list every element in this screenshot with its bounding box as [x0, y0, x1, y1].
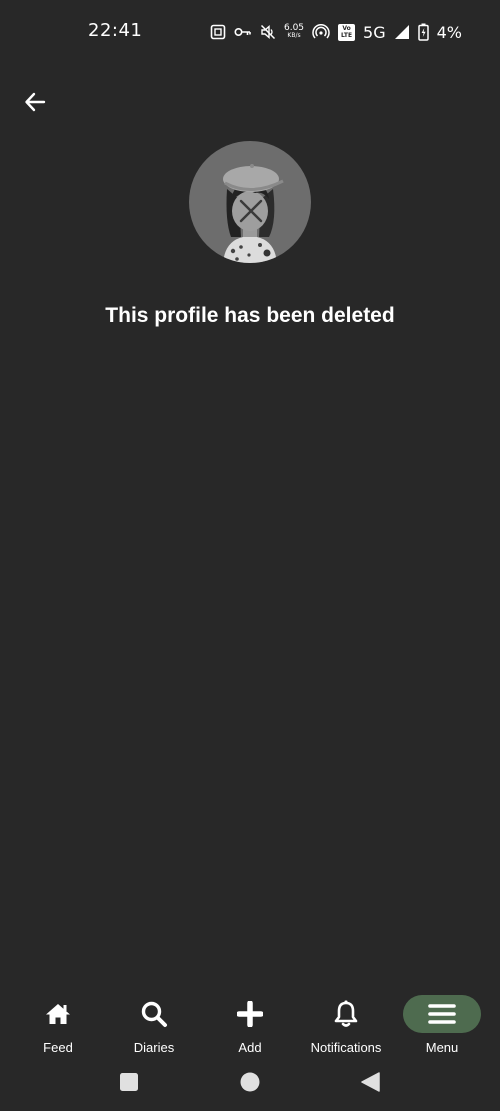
- status-bar: 22:41 6.05 KB/s Vo LTE 5G 4%: [0, 0, 500, 64]
- bell-icon: [334, 1000, 358, 1027]
- nav-label-feed: Feed: [43, 1040, 73, 1055]
- back-button[interactable]: [20, 87, 50, 117]
- home-icon: [46, 1004, 70, 1024]
- back-system-button[interactable]: [360, 1072, 380, 1097]
- network-speed: 6.05 KB/s: [284, 24, 304, 40]
- circle-icon: [240, 1072, 260, 1092]
- nav-item-notifications[interactable]: Notifications: [298, 988, 394, 1058]
- nav-label-diaries: Diaries: [133, 1040, 175, 1055]
- bottom-navigation: Feed Diaries Add Notifications Menu: [0, 988, 500, 1058]
- status-time: 22:41: [88, 20, 143, 41]
- system-navigation-bar: [0, 1070, 500, 1094]
- mute-icon: [260, 24, 276, 40]
- plus-icon: [237, 1001, 263, 1027]
- menu-active-indicator: [403, 995, 481, 1033]
- vpn-key-icon: [234, 26, 252, 38]
- nav-item-feed[interactable]: Feed: [10, 988, 106, 1058]
- nav-label-notifications: Notifications: [310, 1040, 382, 1055]
- nav-item-add[interactable]: Add: [202, 988, 298, 1058]
- hotspot-icon: [312, 24, 330, 40]
- signal-icon: [394, 24, 410, 40]
- status-icons: 6.05 KB/s Vo LTE 5G 4%: [210, 20, 462, 44]
- deleted-profile-avatar: [189, 141, 311, 263]
- recents-button[interactable]: [119, 1072, 139, 1097]
- network-speed-value: 6.05: [283, 23, 305, 33]
- volte-bottom-text: LTE: [341, 32, 353, 39]
- nav-label-menu: Menu: [425, 1040, 459, 1055]
- volte-top-text: Vo: [342, 25, 351, 32]
- nav-label-add: Add: [238, 1040, 262, 1055]
- home-system-button[interactable]: [240, 1072, 260, 1097]
- nav-item-menu[interactable]: Menu: [394, 988, 490, 1058]
- arrow-left-icon: [25, 92, 46, 112]
- battery-level: 4%: [436, 22, 462, 42]
- hamburger-icon: [428, 1004, 456, 1024]
- network-type: 5G: [363, 22, 386, 42]
- network-speed-unit: KB/s: [287, 32, 301, 39]
- square-icon: [120, 1073, 138, 1091]
- deleted-profile-message: This profile has been deleted: [105, 304, 395, 327]
- battery-icon: [417, 23, 429, 41]
- nfc-icon: [210, 24, 226, 40]
- search-icon: [141, 1001, 167, 1027]
- nav-item-diaries[interactable]: Diaries: [106, 988, 202, 1058]
- triangle-left-icon: [361, 1072, 380, 1092]
- deleted-user-illustration: [223, 164, 284, 263]
- volte-icon: Vo LTE: [338, 23, 356, 41]
